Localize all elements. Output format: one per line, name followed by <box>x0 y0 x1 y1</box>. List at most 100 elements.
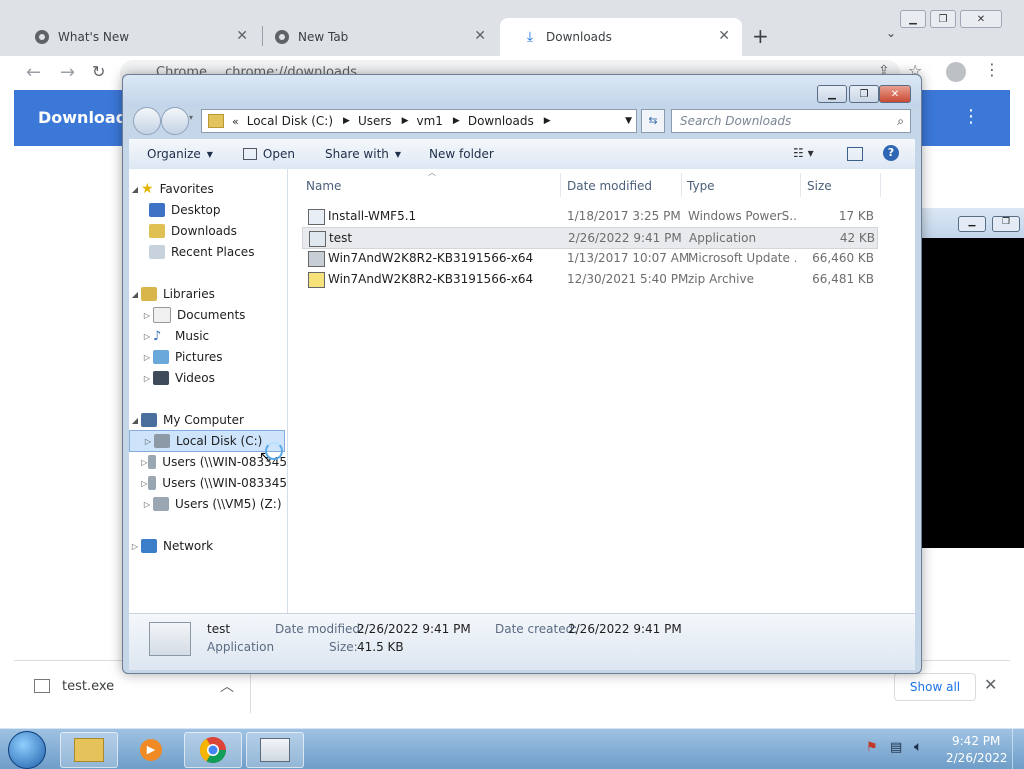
show-all-button[interactable]: Show all <box>894 673 976 701</box>
search-icon[interactable]: ⌕ <box>897 110 904 132</box>
nav-downloads[interactable]: Downloads <box>129 221 287 241</box>
column-divider[interactable] <box>681 173 682 197</box>
breadcrumb-downloads[interactable]: Downloads ▶ <box>468 114 551 128</box>
file-row[interactable]: test 2/26/2022 9:41 PM Application 42 KB <box>302 227 878 249</box>
chevron-right-icon[interactable]: ▶ <box>402 116 409 126</box>
minimize-icon[interactable]: ▁ <box>900 10 926 28</box>
history-chevron-icon[interactable]: ▾ <box>189 113 193 122</box>
search-input[interactable]: Search Downloads ⌕ <box>671 109 911 133</box>
tab-whats-new[interactable]: What's New ✕ <box>12 18 260 56</box>
tab-new-tab[interactable]: New Tab ✕ <box>252 18 498 56</box>
back-arrow-icon[interactable]: ← <box>26 62 41 83</box>
forward-button[interactable] <box>161 107 189 135</box>
help-icon[interactable]: ? <box>883 145 899 161</box>
taskbar-media-player-button[interactable]: ▶ <box>122 732 180 768</box>
breadcrumb-vm1[interactable]: vm1 ▶ <box>416 114 459 128</box>
nav-network-drive-2[interactable]: ▷ Users (\\WIN-083345 <box>129 473 287 493</box>
taskbar-explorer-button[interactable] <box>60 732 118 768</box>
nav-documents[interactable]: ▷ Documents <box>129 305 287 325</box>
nav-my-computer[interactable]: ◢ My Computer <box>129 410 287 430</box>
restore-icon[interactable]: ❐ <box>930 10 956 28</box>
chrome-menu-icon[interactable]: ⋮ <box>984 60 1000 79</box>
restore-icon[interactable]: ❐ <box>992 216 1020 232</box>
expand-triangle-icon[interactable]: ▷ <box>141 374 153 383</box>
explorer-address-bar[interactable]: « Local Disk (C:) ▶ Users ▶ vm1 ▶ Downloads… <box>201 109 637 133</box>
column-type-header[interactable]: Type <box>687 179 715 193</box>
show-desktop-button[interactable] <box>1012 729 1024 769</box>
flag-icon[interactable]: ⚑ <box>866 740 878 755</box>
breadcrumb-users[interactable]: Users ▶ <box>358 114 409 128</box>
forward-arrow-icon[interactable]: → <box>60 62 75 83</box>
share-with-button[interactable]: Share with ▼ <box>325 147 401 161</box>
expand-triangle-icon[interactable]: ▷ <box>141 458 148 467</box>
close-shelf-icon[interactable]: ✕ <box>984 675 997 694</box>
file-row[interactable]: Win7AndW2K8R2-KB3191566-x64 12/30/2021 5… <box>302 269 876 289</box>
organize-button[interactable]: Organize ▼ <box>147 147 213 161</box>
maximize-icon[interactable]: ❐ <box>849 85 879 103</box>
column-date-header[interactable]: Date modified <box>567 179 652 193</box>
volume-icon[interactable]: 🔈︎ <box>914 739 922 755</box>
nav-favorites[interactable]: ◢ ★ Favorites <box>129 179 287 199</box>
nav-music[interactable]: ▷ ♪ Music <box>129 326 287 346</box>
start-button[interactable] <box>8 731 46 769</box>
taskbar-chrome-button[interactable] <box>184 732 242 768</box>
tab-search-chevron-icon[interactable]: ⌄ <box>886 26 896 40</box>
taskbar-application-button[interactable] <box>246 732 304 768</box>
shelf-file-name[interactable]: test.exe <box>62 679 114 694</box>
collapse-triangle-icon[interactable]: ◢ <box>129 185 141 194</box>
close-icon[interactable]: ✕ <box>236 28 248 44</box>
more-actions-icon[interactable]: ⋮ <box>962 106 980 127</box>
file-date: 1/18/2017 3:25 PM <box>567 209 681 223</box>
back-button[interactable] <box>133 107 161 135</box>
close-icon[interactable]: ✕ <box>474 28 486 44</box>
expand-triangle-icon[interactable]: ▷ <box>141 500 153 509</box>
expand-triangle-icon[interactable]: ▷ <box>141 311 153 320</box>
breadcrumb-local-disk[interactable]: Local Disk (C:) ▶ <box>247 114 350 128</box>
new-tab-plus-icon[interactable]: + <box>752 24 769 48</box>
minimize-icon[interactable]: ▁ <box>817 85 847 103</box>
clock-time[interactable]: 9:42 PM <box>952 734 1000 748</box>
overflow-chevron-icon[interactable]: « <box>232 115 239 128</box>
chevron-up-icon[interactable]: ︿ <box>220 676 234 696</box>
expand-triangle-icon[interactable]: ▷ <box>129 542 141 551</box>
reload-icon[interactable]: ↻ <box>92 62 105 81</box>
column-divider[interactable] <box>560 173 561 197</box>
expand-triangle-icon[interactable]: ▷ <box>141 332 153 341</box>
close-icon[interactable]: ✕ <box>879 85 911 103</box>
expand-triangle-icon[interactable]: ▷ <box>142 437 154 446</box>
expand-triangle-icon[interactable]: ▷ <box>141 353 153 362</box>
column-name-header[interactable]: Name <box>306 179 341 193</box>
view-options-icon[interactable]: ☷ ▾ <box>793 146 814 160</box>
collapse-triangle-icon[interactable]: ◢ <box>129 416 141 425</box>
address-dropdown-icon[interactable]: ▼ <box>625 116 632 126</box>
collapse-triangle-icon[interactable]: ◢ <box>129 290 141 299</box>
refresh-button[interactable]: ⇆ <box>641 109 665 133</box>
column-size-header[interactable]: Size <box>807 179 832 193</box>
file-name: Win7AndW2K8R2-KB3191566-x64 <box>328 272 534 286</box>
nav-network-drive-z[interactable]: ▷ Users (\\VM5) (Z:) <box>129 494 287 514</box>
profile-avatar-icon[interactable] <box>946 62 966 82</box>
nav-libraries[interactable]: ◢ Libraries <box>129 284 287 304</box>
nav-pictures[interactable]: ▷ Pictures <box>129 347 287 367</box>
nav-recent-places[interactable]: Recent Places <box>129 242 287 262</box>
nav-desktop[interactable]: Desktop <box>129 200 287 220</box>
preview-pane-icon[interactable] <box>847 147 863 161</box>
column-divider[interactable] <box>880 173 881 197</box>
clock-date[interactable]: 2/26/2022 <box>946 751 1008 765</box>
file-row[interactable]: Install-WMF5.1 1/18/2017 3:25 PM Windows… <box>302 206 876 226</box>
open-button[interactable]: Open <box>242 147 295 161</box>
close-icon[interactable]: ✕ <box>718 28 730 44</box>
expand-triangle-icon[interactable]: ▷ <box>141 479 148 488</box>
minimize-icon[interactable]: ▁ <box>958 216 986 232</box>
chevron-right-icon[interactable]: ▶ <box>453 116 460 126</box>
column-divider[interactable] <box>800 173 801 197</box>
nav-network[interactable]: ▷ Network <box>129 536 287 556</box>
tab-downloads[interactable]: ⤓ Downloads ✕ <box>500 18 742 56</box>
nav-videos[interactable]: ▷ Videos <box>129 368 287 388</box>
close-icon[interactable]: ✕ <box>960 10 1002 28</box>
file-row[interactable]: Win7AndW2K8R2-KB3191566-x64 1/13/2017 10… <box>302 248 876 268</box>
chevron-right-icon[interactable]: ▶ <box>343 116 350 126</box>
chevron-right-icon[interactable]: ▶ <box>544 116 551 126</box>
new-folder-button[interactable]: New folder <box>429 147 494 161</box>
network-icon[interactable]: ▤ <box>890 740 902 755</box>
